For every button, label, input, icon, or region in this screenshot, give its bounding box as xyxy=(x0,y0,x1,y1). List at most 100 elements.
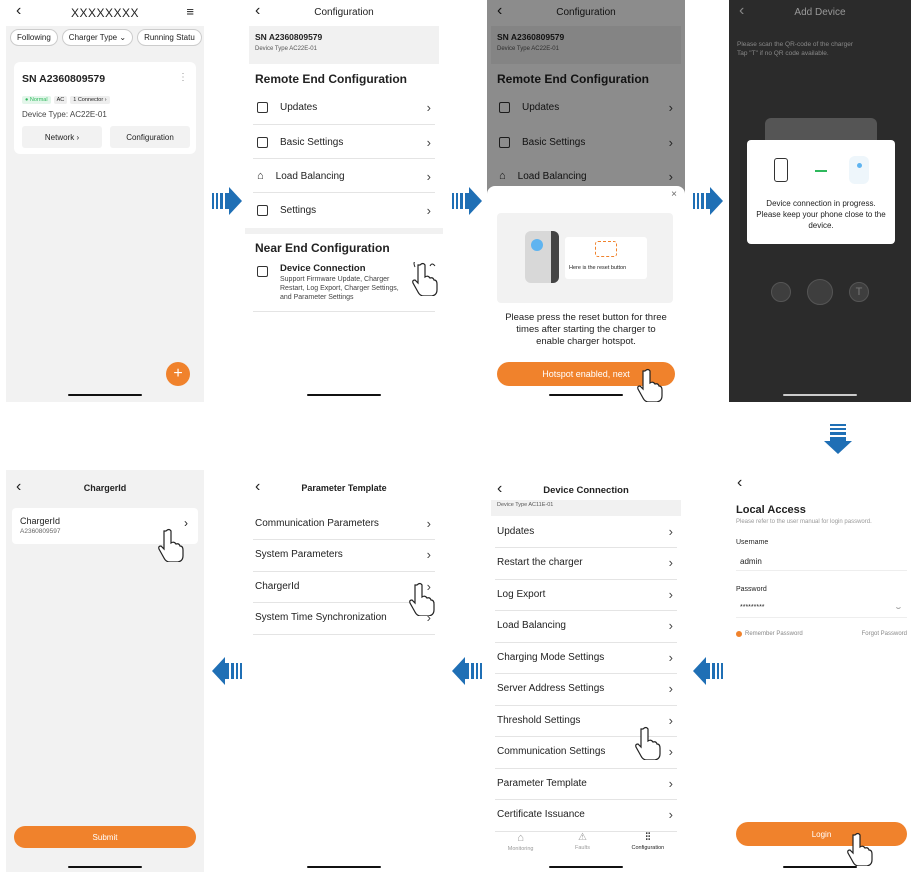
back-icon[interactable]: ‹ xyxy=(739,2,744,20)
chevron-right-icon: › xyxy=(426,99,431,115)
back-icon[interactable]: ‹ xyxy=(16,478,21,496)
device-header: SN A2360809579 Device Type AC22E-01 xyxy=(249,26,439,64)
reset-instruction: Please press the reset button for three … xyxy=(505,312,667,347)
menu-load-balancing[interactable]: ⌂ Load Balancing › xyxy=(245,165,443,187)
username-field[interactable]: admin xyxy=(736,553,907,571)
device-connection-item[interactable]: Parameter Template › xyxy=(487,772,685,794)
connector-text: 1 Connector xyxy=(73,97,104,103)
divider xyxy=(253,570,435,572)
tap-hand-icon xyxy=(158,528,184,562)
tap-hand-icon xyxy=(412,262,438,296)
status-row: ● Normal AC 1 Connector › xyxy=(22,96,110,104)
near-heading: Near End Configuration xyxy=(255,241,390,255)
configuration-button[interactable]: Configuration xyxy=(110,126,190,148)
filter-following[interactable]: Following xyxy=(10,29,58,46)
tap-hand-icon xyxy=(637,368,663,402)
device-connection-item[interactable]: Charging Mode Settings › xyxy=(487,646,685,668)
divider xyxy=(495,673,677,674)
network-button[interactable]: Network › xyxy=(22,126,102,148)
home-title: XXXXXXXX xyxy=(70,6,140,20)
device-connection-item[interactable]: Restart the charger › xyxy=(487,552,685,574)
parameter-item[interactable]: Communication Parameters › xyxy=(245,512,443,534)
home-indicator xyxy=(783,394,857,396)
tap-hand-icon xyxy=(635,726,661,760)
device-connection-item[interactable]: Log Export › xyxy=(487,583,685,605)
device-connection-item[interactable]: Server Address Settings › xyxy=(487,678,685,700)
device-type: Device Type AC22E-01 xyxy=(255,46,317,52)
home-indicator xyxy=(68,866,142,868)
login-button[interactable]: Login xyxy=(736,822,907,846)
more-icon[interactable]: ⋮ xyxy=(178,72,188,83)
home-indicator xyxy=(307,394,381,396)
tab-monitoring[interactable]: ⌂ Monitoring xyxy=(508,832,534,858)
filter-running-status[interactable]: Running Statu xyxy=(137,29,202,46)
divider xyxy=(495,578,677,580)
bottom-tabbar: ⌂ Monitoring ⚠ Faults ⫶⫶ Configuration xyxy=(487,832,685,858)
reset-illustration: Here is the reset button xyxy=(497,213,673,303)
back-icon[interactable]: ‹ xyxy=(255,478,260,496)
home-indicator xyxy=(549,394,623,396)
device-connection-item[interactable]: Load Balancing › xyxy=(487,615,685,637)
parameter-topbar: ‹ Parameter Template xyxy=(245,476,443,500)
charger-card[interactable]: SN A2360809579 ⋮ ● Normal AC 1 Connector… xyxy=(14,62,196,154)
password-field[interactable]: ********* ⌣ xyxy=(736,600,907,618)
parameter-item[interactable]: System Parameters › xyxy=(245,544,443,566)
charger-light xyxy=(856,163,862,168)
arrow-left-icon xyxy=(693,657,723,685)
menu-basic-settings[interactable]: Basic Settings › xyxy=(245,131,443,153)
submit-button[interactable]: Submit xyxy=(14,826,196,848)
back-icon[interactable]: ‹ xyxy=(737,474,742,492)
menu-updates[interactable]: Updates › xyxy=(245,96,443,118)
chevron-right-icon: › xyxy=(426,547,431,562)
menu-label: Load Balancing xyxy=(497,620,566,631)
filter-row: Following Charger Type ⌄ Running Statu xyxy=(10,29,202,46)
divider xyxy=(253,633,435,635)
config-topbar: ‹ Configuration xyxy=(245,0,443,24)
section-gap xyxy=(245,228,443,234)
divider xyxy=(495,547,677,548)
menu-icon[interactable]: ≡ xyxy=(186,4,194,19)
chevron-right-icon: › xyxy=(426,515,431,531)
divider xyxy=(495,641,677,643)
back-icon[interactable]: ‹ xyxy=(255,2,260,20)
phone-icon xyxy=(774,158,788,182)
tap-hand-icon xyxy=(409,582,435,616)
device-connection-item[interactable]: Certificate Issuance › xyxy=(487,804,685,826)
chevron-down-icon: ⌄ xyxy=(119,33,127,42)
gallery-icon[interactable] xyxy=(771,282,791,302)
forgot-password-link[interactable]: Forgot Password xyxy=(862,631,907,637)
text-input-icon[interactable]: T xyxy=(849,282,869,302)
device-connection-item[interactable]: Updates › xyxy=(487,520,685,542)
charger-icon xyxy=(849,156,869,184)
reset-label: Here is the reset button xyxy=(569,265,627,271)
flashlight-icon[interactable] xyxy=(807,279,833,305)
divider xyxy=(495,704,677,706)
charger-image xyxy=(525,231,559,283)
tab-faults[interactable]: ⚠ Faults xyxy=(575,832,590,858)
chevron-right-icon: › xyxy=(668,744,673,759)
filter-charger-type[interactable]: Charger Type ⌄ xyxy=(61,29,134,46)
tab-configuration[interactable]: ⫶⫶ Configuration xyxy=(632,832,665,858)
chevron-right-icon: › xyxy=(668,681,673,696)
connector-badge[interactable]: 1 Connector › xyxy=(70,96,110,104)
menu-label: Log Export xyxy=(497,588,546,600)
menu-label: Updates xyxy=(497,525,535,537)
back-icon[interactable]: ‹ xyxy=(497,480,502,498)
menu-settings[interactable]: Settings › xyxy=(245,199,443,221)
menu-label: Communication Settings xyxy=(497,746,606,757)
menu-label: Settings xyxy=(280,204,317,216)
filter-charger-type-label: Charger Type xyxy=(68,33,118,42)
chevron-right-icon: › xyxy=(668,807,673,822)
close-icon[interactable]: × xyxy=(671,189,677,200)
device-connection-title: Device Connection xyxy=(280,263,366,274)
chevron-right-icon: › xyxy=(668,523,673,539)
charger-id-topbar: ‹ ChargerId xyxy=(6,476,204,500)
eye-closed-icon[interactable]: ⌣ xyxy=(896,603,901,613)
tab-label: Monitoring xyxy=(507,846,534,852)
arrow-down-icon xyxy=(824,424,852,454)
charger-id-value: A2360809597 xyxy=(20,528,61,535)
remember-row[interactable]: Remember Password xyxy=(736,631,803,637)
add-button[interactable]: + xyxy=(166,362,190,386)
chevron-right-icon: › xyxy=(668,712,673,728)
back-icon[interactable]: ‹ xyxy=(16,2,21,20)
